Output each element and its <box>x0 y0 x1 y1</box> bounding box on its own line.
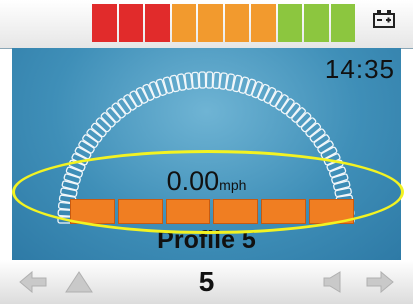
powerchair-display: 14:35 0.00mph Profile 5 5 <box>0 0 413 304</box>
status-bar <box>0 0 413 49</box>
highlight-ellipse <box>12 150 404 234</box>
gauge-tick <box>184 72 193 90</box>
arrow-right-icon[interactable] <box>365 270 395 294</box>
battery-icon <box>373 10 395 28</box>
gauge-tick <box>205 71 214 89</box>
profile-number: 5 <box>198 266 215 297</box>
gauge-tick <box>198 71 207 89</box>
battery-segment <box>92 4 117 42</box>
battery-segment <box>118 4 143 42</box>
bottom-nav-bar: 5 <box>0 260 413 304</box>
battery-segment <box>304 4 329 42</box>
gauge-tick <box>212 71 221 90</box>
horn-icon[interactable] <box>320 270 350 294</box>
battery-segment <box>251 4 276 42</box>
gauge-tick <box>238 76 250 94</box>
clock: 14:35 <box>324 54 395 84</box>
battery-level-bar <box>92 4 357 42</box>
battery-segment <box>171 4 196 42</box>
battery-segment <box>224 4 249 42</box>
battery-segment <box>145 4 170 42</box>
battery-segment <box>198 4 223 42</box>
battery-segment <box>277 4 302 42</box>
battery-segment <box>330 4 355 42</box>
gauge-tick <box>191 71 200 90</box>
